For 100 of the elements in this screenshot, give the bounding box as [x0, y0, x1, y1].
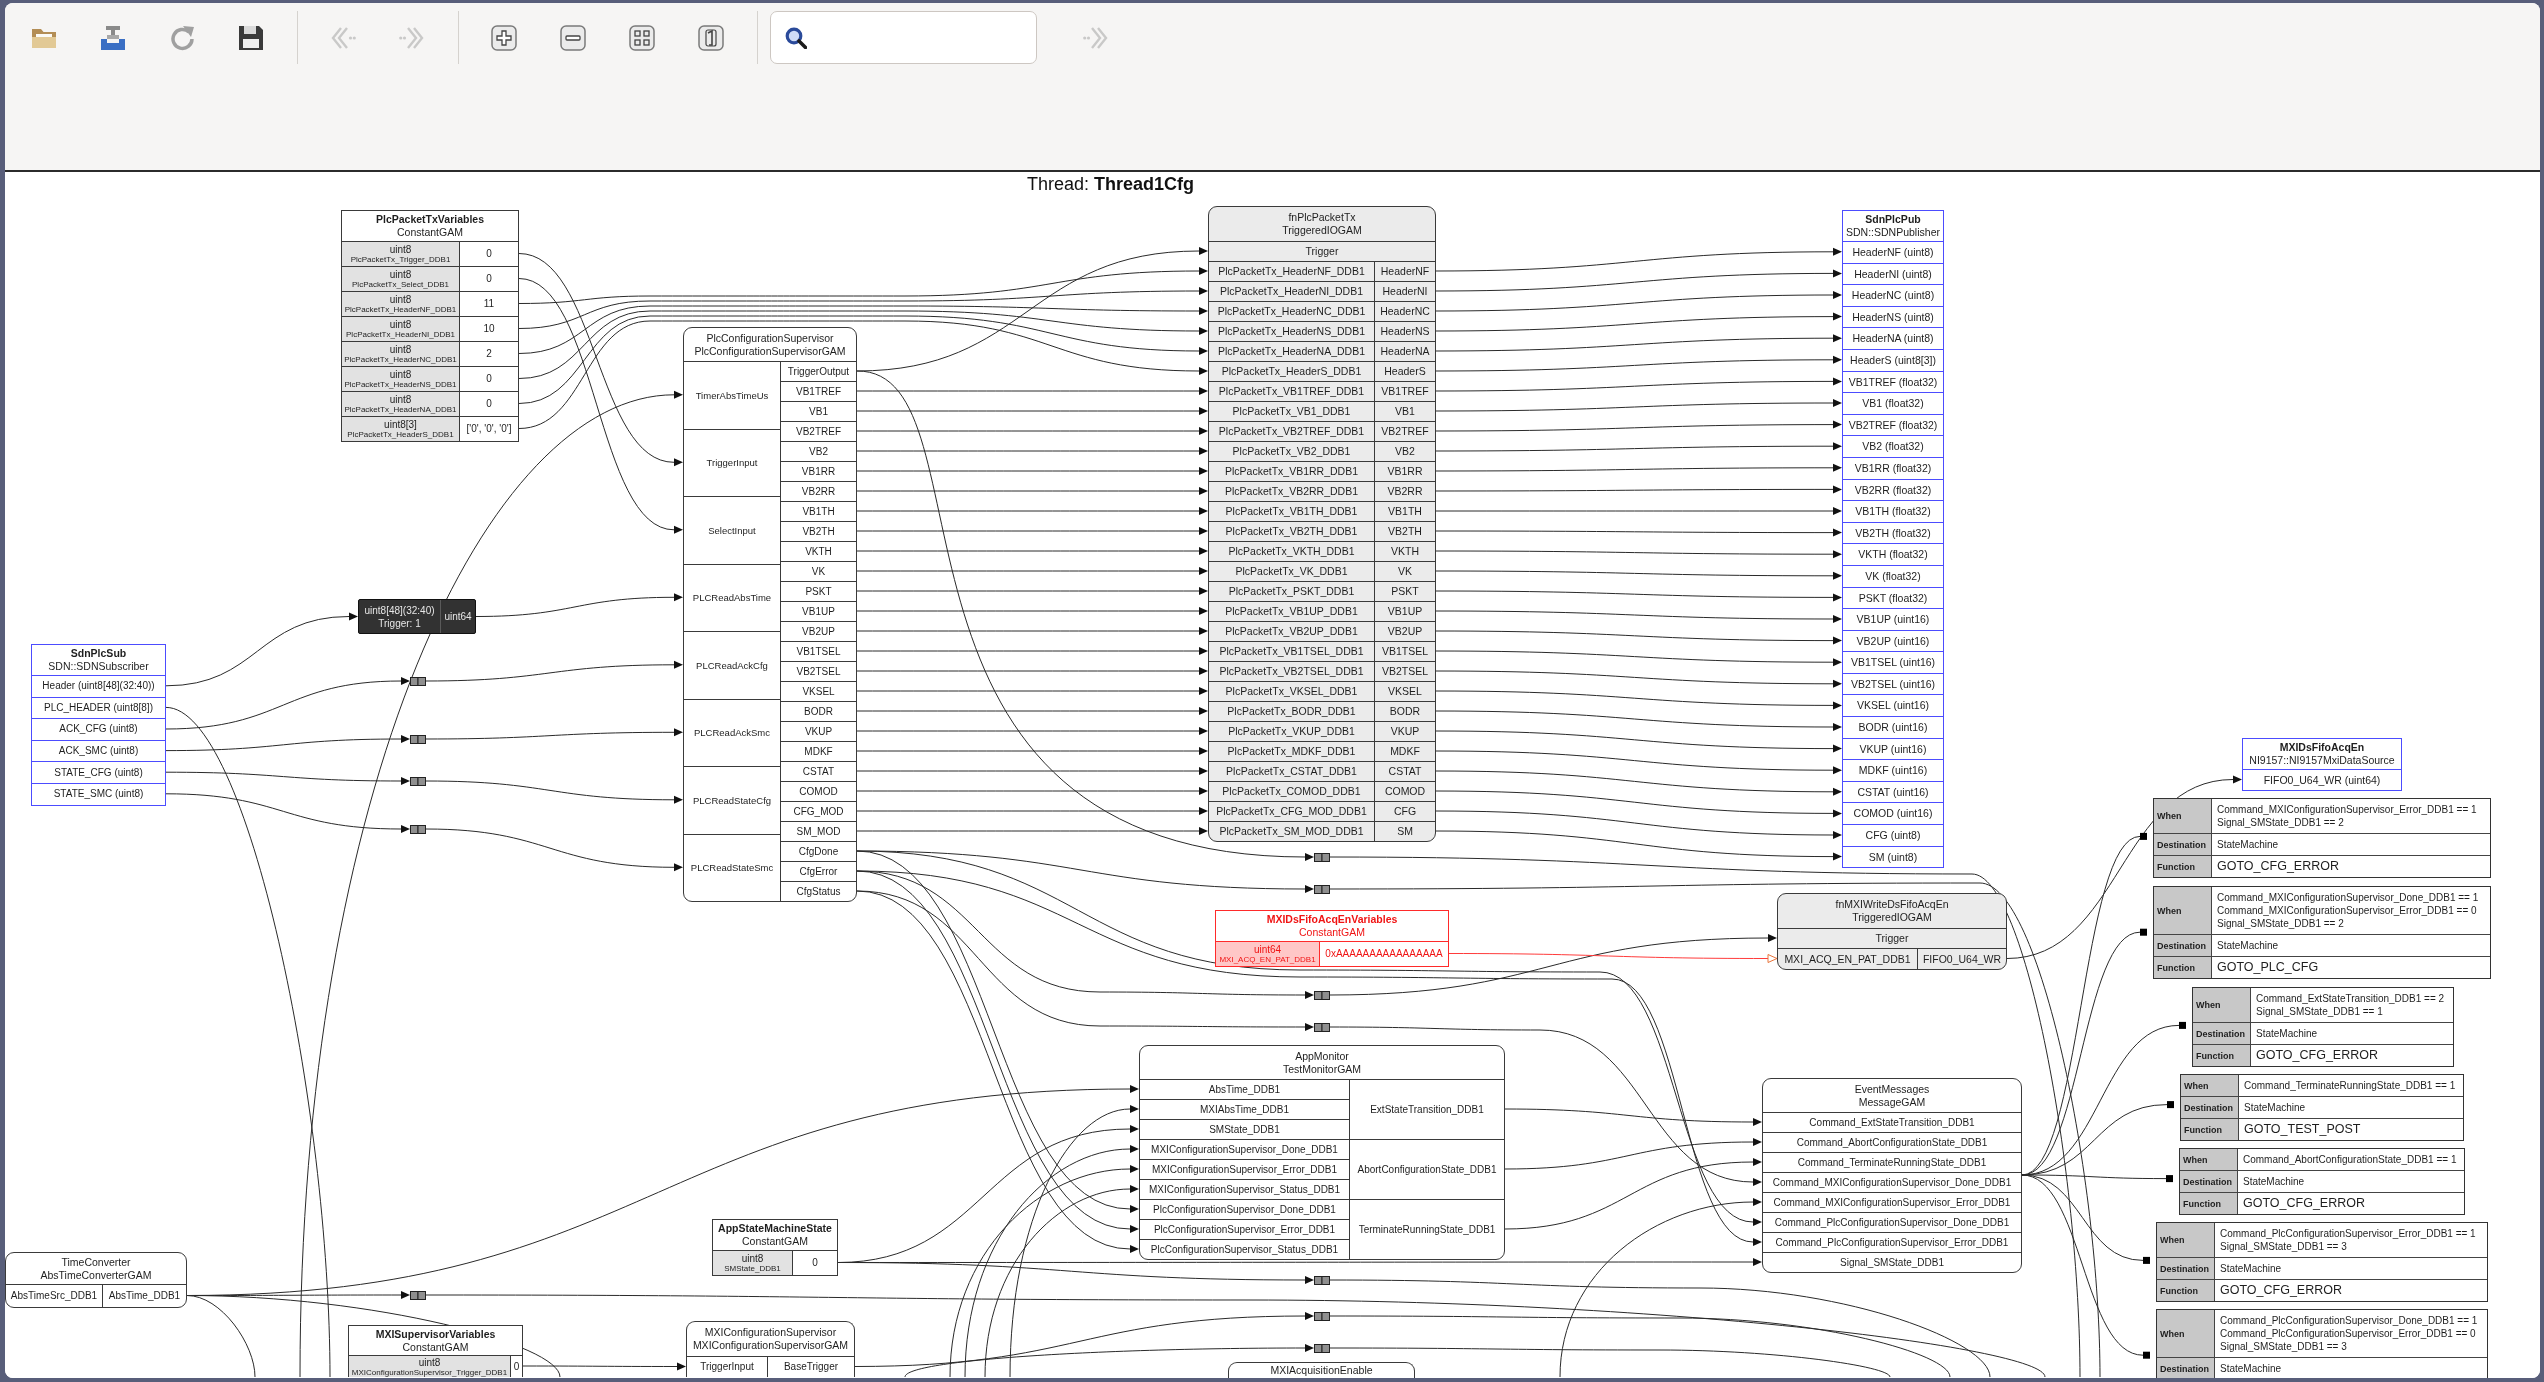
port-cell: CfgStatus	[781, 881, 856, 901]
port-cell: PLCReadAckSmc	[684, 698, 780, 766]
port-cell: PlcPacketTx_VB2TSEL_DDB1	[1209, 662, 1375, 681]
buffer-output: uint64	[443, 609, 473, 624]
port-cell-text: COMOD	[1383, 784, 1427, 800]
table-cell-text: Command_ExtStateTransition_DDB1 == 2 Signal_SMState_DDB1 == 1	[2255, 992, 2446, 1019]
port-cell: MXI_ACQ_EN_PAT_DDB1	[1778, 949, 1918, 969]
port-cell: VB2TREF	[781, 421, 856, 441]
table-cell-text: GOTO_CFG_ERROR	[2242, 1195, 2366, 1212]
table-cell-text: StateMachine	[2242, 1175, 2306, 1189]
port-cell-text: HeaderNF	[1379, 264, 1431, 280]
node-title: SdnPlcPub	[1865, 213, 1921, 226]
port-cell: MXIConfigurationSupervisor_Error_DDB1	[1140, 1159, 1349, 1179]
port-cell: PlcPacketTx_VB2TREF_DDB1	[1209, 422, 1375, 441]
node-title: MXIDsFifoAcqEn	[2279, 741, 2365, 754]
port-cell: PlcPacketTx_HeaderNC_DDB1	[1209, 302, 1375, 321]
double-square-icon	[1314, 884, 1330, 894]
table-cell-text: GOTO_PLC_CFG	[2216, 959, 2320, 976]
port-cell-text: HeaderNS	[1379, 324, 1431, 340]
type-label: uint8	[389, 394, 412, 405]
port-cell: HeaderNC (uint8)	[1843, 284, 1943, 306]
port-cell: COMOD	[781, 781, 856, 801]
node-class: MessageGAM	[1858, 1095, 1926, 1109]
node-class: ConstantGAM	[1299, 926, 1365, 939]
port-cell: MDKF	[781, 741, 856, 761]
table-cell-text: Command_TerminateRunningState_DDB1 == 1	[2243, 1079, 2457, 1093]
port-cell-text: VKTH	[1390, 544, 1420, 560]
port-cell: PLCReadStateSmc	[684, 833, 780, 901]
port-cell: SM (uint8)	[1843, 845, 1943, 868]
double-square-icon	[1314, 1311, 1330, 1321]
search-field[interactable]	[770, 11, 1037, 64]
port-cell-text: HeaderNI	[1381, 284, 1429, 300]
zoom-in-icon[interactable]	[491, 24, 517, 51]
port-cell: MXIAbsTime_DDB1	[1140, 1099, 1349, 1119]
zoom-fit-icon[interactable]	[629, 24, 655, 51]
port-cell: VB2RR	[781, 481, 856, 501]
port-cell-text: VB1TH	[1387, 504, 1423, 520]
table-cell-text: GOTO_TEST_POST	[2243, 1121, 2362, 1138]
type-label: uint8	[418, 1356, 441, 1368]
port-cell: VKUP	[781, 721, 856, 741]
thread-title: Thread: Thread1Cfg	[1027, 174, 1195, 195]
port-cell: VB2TH (float32)	[1843, 521, 1943, 544]
value-cell-text: ['0', '0', '0']	[465, 422, 513, 436]
port-cell: VB1RR (float32)	[1843, 456, 1943, 479]
port-cell: PLCReadStateCfg	[684, 766, 780, 834]
port-cell: PlcPacketTx_VB2RR_DDB1	[1209, 482, 1375, 501]
port-cell: HeaderS (uint8[3])	[1843, 348, 1943, 371]
signal-label: PlcPacketTx_HeaderNA_DDB1	[344, 405, 457, 414]
node-class: ConstantGAM	[397, 226, 463, 239]
save-icon[interactable]	[238, 24, 264, 51]
port-cell: Command_PlcConfigurationSupervisor_Done_DDB1	[1763, 1212, 2021, 1232]
port-cell-text: SM	[1396, 824, 1414, 840]
port-cell: PSKT	[781, 581, 856, 601]
port-cell-text: BaseTrigger	[782, 1360, 840, 1374]
port-cell: VB2TREF (float32)	[1843, 413, 1943, 436]
node-class: ConstantGAM	[742, 1235, 808, 1248]
signal-label: MXIConfigurationSupervisor_Trigger_DDB1	[351, 1367, 508, 1377]
port-cell: PlcPacketTx_VK_DDB1	[1209, 562, 1375, 581]
zoom-out-icon[interactable]	[560, 24, 586, 51]
port-cell: AbortConfigurationState_DDB1	[1350, 1139, 1504, 1199]
port-cell-text: VKUP	[1389, 724, 1421, 740]
port-cell: SelectInput	[684, 496, 780, 564]
port-cell: VB1TH (float32)	[1843, 500, 1943, 522]
node-title: MXIDsFifoAcqEnVariables	[1266, 913, 1398, 926]
node-class: SDN::SDNSubscriber	[48, 660, 149, 673]
row-header: When	[2157, 1223, 2215, 1257]
value-cell-text: 0	[485, 272, 493, 286]
port-cell-text: HeaderNA	[1379, 344, 1431, 360]
port-cell: STATE_SMC (uint8)	[32, 782, 165, 805]
double-square-icon	[410, 824, 426, 834]
node-title: EventMessages	[1854, 1082, 1930, 1096]
port-cell-text: VKSEL	[1387, 684, 1423, 700]
port-cell: PlcPacketTx_HeaderNI_DDB1	[1209, 282, 1375, 301]
port-cell: PlcPacketTx_PSKT_DDB1	[1209, 582, 1375, 601]
row-header: Destination	[2157, 1358, 2215, 1378]
node-class: PlcConfigurationSupervisorGAM	[694, 344, 846, 358]
port-cell: VK (float32)	[1843, 564, 1943, 587]
port-cell-text: MDKF	[1389, 744, 1421, 760]
port-cell-text: VB1TREF	[1380, 384, 1430, 400]
port-cell-text: VB1	[1394, 404, 1416, 420]
port-cell: MXIConfigurationSupervisor_Done_DDB1	[1140, 1139, 1349, 1159]
port-cell-text: Command_ExtStateTransition_DDB1	[1808, 1115, 1976, 1130]
tray-icon[interactable]	[100, 24, 126, 51]
port-cell: PlcPacketTx_VB2_DDB1	[1209, 442, 1375, 461]
row-header: When	[2154, 799, 2212, 833]
node-title: TimeConverter	[61, 1255, 131, 1269]
port-cell-text: PSKT	[1390, 584, 1420, 600]
port-cell: VB1TSEL	[781, 641, 856, 661]
row-header: Function	[2193, 1045, 2251, 1066]
refresh-icon[interactable]	[169, 24, 195, 51]
port-cell: HeaderNS (uint8)	[1843, 305, 1943, 328]
node-title: fnPlcPacketTx	[1288, 211, 1356, 224]
port-cell-text: FIFO0_U64_WR	[1921, 951, 2003, 967]
port-cell: VB1TREF (float32)	[1843, 370, 1943, 393]
signal-label: PlcPacketTx_Select_DDB1	[352, 280, 449, 289]
port-cell: VB1	[781, 401, 856, 421]
table-cell-text: Command_MXIConfigurationSupervisor_Error_DDB1 == 1 Signal_SMState_DDB1 == 2	[2216, 803, 2478, 830]
port-cell: TerminateRunningState_DDB1	[1350, 1199, 1504, 1259]
zoom-reset-icon[interactable]	[698, 24, 724, 51]
table-cell-text: StateMachine	[2255, 1027, 2319, 1041]
